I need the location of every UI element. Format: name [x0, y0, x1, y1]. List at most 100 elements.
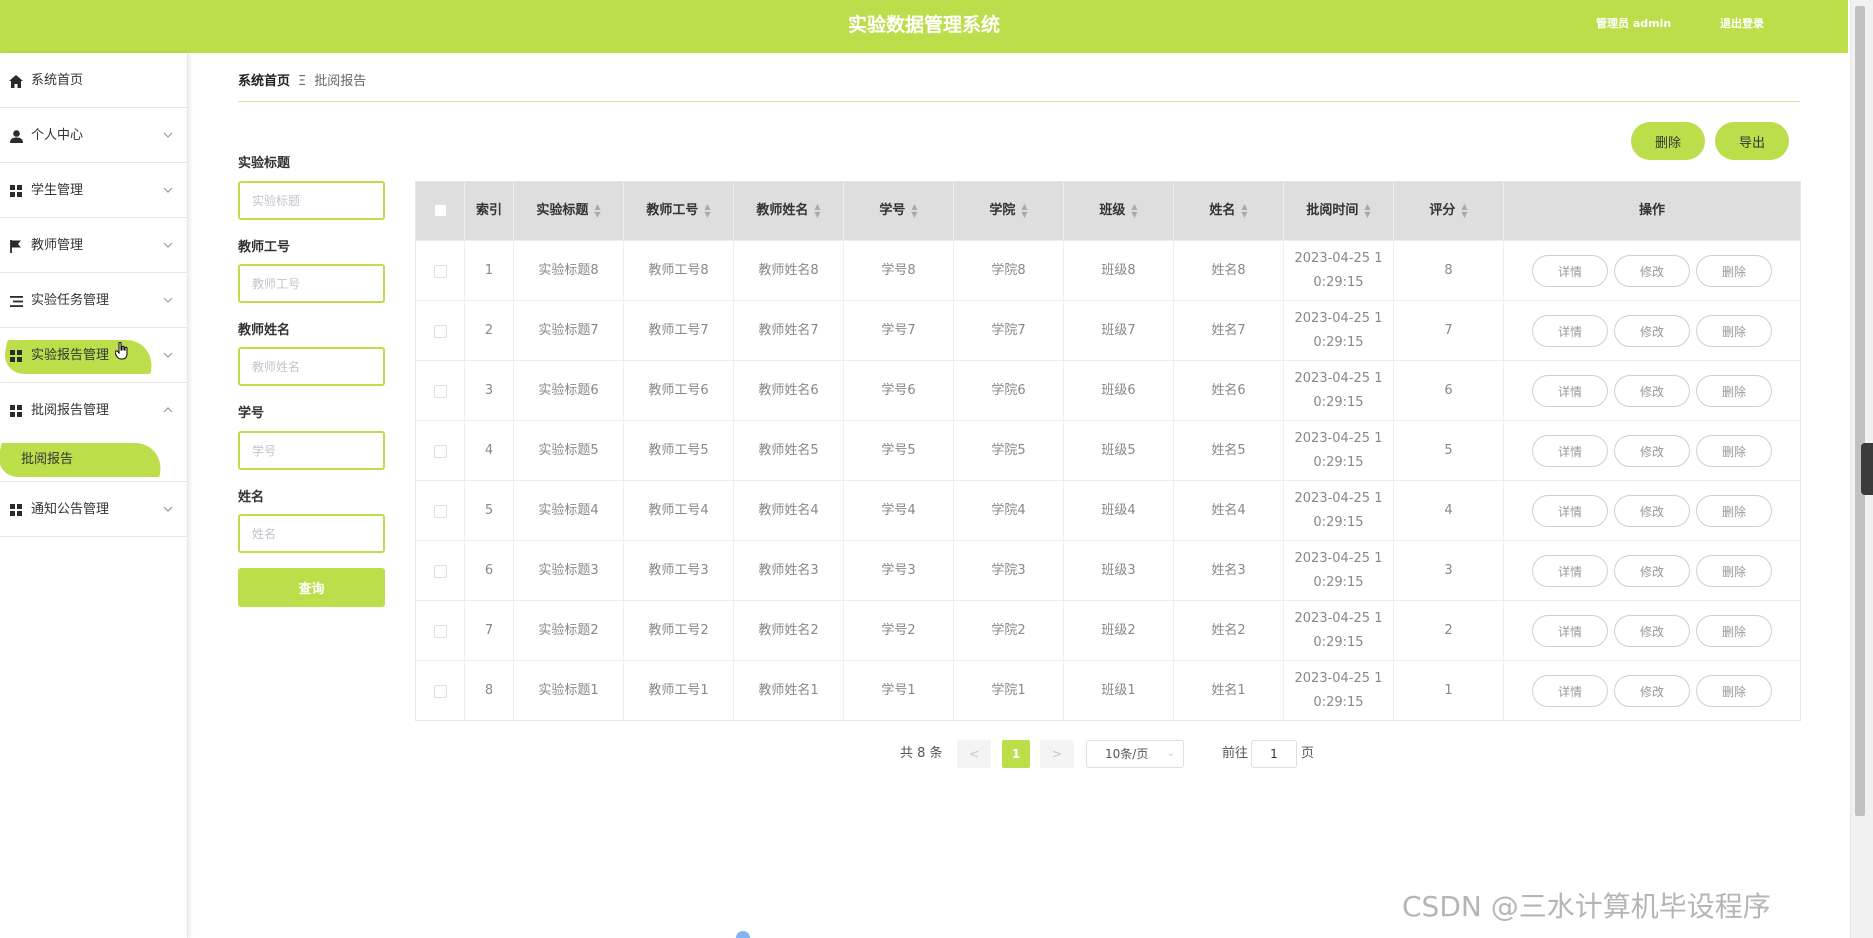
detail-button[interactable]: 详情: [1532, 555, 1608, 587]
review-time-line2: 0:29:15: [1313, 635, 1364, 650]
page-size-select[interactable]: 10条/页 ⌄: [1086, 740, 1184, 768]
cell-title: 实验标题8: [514, 241, 624, 301]
sidebar-item-home[interactable]: 系统首页: [0, 53, 188, 108]
cell-index: 5: [465, 481, 514, 541]
page-number-1[interactable]: 1: [1002, 740, 1030, 768]
sidebar-item-reports[interactable]: 实验报告管理: [0, 328, 188, 383]
name-input[interactable]: [238, 514, 385, 553]
cell-score: 1: [1394, 661, 1504, 721]
sort-icon[interactable]: ▲ ▼: [704, 202, 710, 219]
sidebar-subitem-review-report[interactable]: 批阅报告: [0, 438, 188, 482]
detail-button[interactable]: 详情: [1532, 255, 1608, 287]
row-select-cell: [416, 661, 465, 721]
edit-button[interactable]: 修改: [1614, 315, 1690, 347]
col-college[interactable]: 学院 ▲ ▼: [954, 182, 1064, 240]
col-title[interactable]: 实验标题 ▲ ▼: [514, 182, 624, 240]
detail-button[interactable]: 详情: [1532, 495, 1608, 527]
row-select-cell: [416, 541, 465, 601]
cell-name: 姓名2: [1174, 601, 1284, 661]
breadcrumb-home[interactable]: 系统首页: [238, 74, 290, 89]
title-search-input[interactable]: [238, 181, 385, 220]
cell-student-id: 学号5: [844, 421, 954, 481]
edit-button[interactable]: 修改: [1614, 375, 1690, 407]
detail-button[interactable]: 详情: [1532, 615, 1608, 647]
col-teacher-name[interactable]: 教师姓名 ▲ ▼: [734, 182, 844, 240]
row-checkbox[interactable]: [433, 384, 447, 398]
cell-teacher-id: 教师工号1: [624, 661, 734, 721]
filter-teacher-id-label: 教师工号: [238, 240, 291, 255]
prev-page-button[interactable]: <: [957, 740, 991, 768]
detail-button[interactable]: 详情: [1532, 435, 1608, 467]
edit-button[interactable]: 修改: [1614, 435, 1690, 467]
row-delete-button[interactable]: 删除: [1696, 615, 1772, 647]
edit-button[interactable]: 修改: [1614, 495, 1690, 527]
review-time-line1: 2023-04-25 1: [1294, 251, 1383, 266]
export-button[interactable]: 导出: [1715, 122, 1789, 160]
row-checkbox[interactable]: [433, 264, 447, 278]
cell-teacher-id: 教师工号8: [624, 241, 734, 301]
side-panel-handle[interactable]: [1861, 443, 1873, 495]
row-delete-button[interactable]: 删除: [1696, 555, 1772, 587]
edit-button[interactable]: 修改: [1614, 555, 1690, 587]
detail-button[interactable]: 详情: [1532, 315, 1608, 347]
row-checkbox[interactable]: [433, 444, 447, 458]
cell-college: 学院3: [954, 541, 1064, 601]
detail-button[interactable]: 详情: [1532, 375, 1608, 407]
sidebar-item-students[interactable]: 学生管理: [0, 163, 188, 218]
sort-icon[interactable]: ▲ ▼: [911, 202, 917, 219]
sort-icon[interactable]: ▲ ▼: [1021, 202, 1027, 219]
sidebar-item-teachers[interactable]: 教师管理: [0, 218, 188, 273]
review-time-line1: 2023-04-25 1: [1294, 311, 1383, 326]
edit-button[interactable]: 修改: [1614, 255, 1690, 287]
row-checkbox[interactable]: [433, 324, 447, 338]
teacher-name-input[interactable]: [238, 347, 385, 386]
sort-icon[interactable]: ▲ ▼: [594, 202, 600, 219]
cell-review-time: 2023-04-25 1 0:29:15: [1284, 541, 1394, 601]
select-all-checkbox[interactable]: [433, 204, 447, 217]
sort-icon[interactable]: ▲ ▼: [1241, 202, 1247, 219]
col-student-id[interactable]: 学号 ▲ ▼: [844, 182, 954, 240]
review-time-text: 2023-04-25 1 0:29:15: [1295, 607, 1383, 655]
sort-icon[interactable]: ▲ ▼: [814, 202, 820, 219]
col-score[interactable]: 评分 ▲ ▼: [1394, 182, 1504, 240]
col-name[interactable]: 姓名 ▲ ▼: [1174, 182, 1284, 240]
cell-review-time: 2023-04-25 1 0:29:15: [1284, 661, 1394, 721]
goto-page-input[interactable]: [1251, 740, 1297, 768]
row-checkbox[interactable]: [433, 504, 447, 518]
col-teacher-id[interactable]: 教师工号 ▲ ▼: [624, 182, 734, 240]
row-delete-button[interactable]: 删除: [1696, 315, 1772, 347]
cell-title: 实验标题4: [514, 481, 624, 541]
student-id-input[interactable]: [238, 431, 385, 470]
cell-college: 学院4: [954, 481, 1064, 541]
sidebar-item-personal[interactable]: 个人中心: [0, 108, 188, 163]
edit-button[interactable]: 修改: [1614, 615, 1690, 647]
sidebar-item-review[interactable]: 批阅报告管理: [0, 383, 188, 438]
next-page-button[interactable]: >: [1040, 740, 1074, 768]
logout-link[interactable]: 退出登录: [1720, 0, 1764, 48]
col-class[interactable]: 班级 ▲ ▼: [1064, 182, 1174, 240]
sort-icon[interactable]: ▲ ▼: [1364, 202, 1370, 219]
cell-title: 实验标题7: [514, 301, 624, 361]
review-time-line2: 0:29:15: [1313, 455, 1364, 470]
row-delete-button[interactable]: 删除: [1696, 675, 1772, 707]
batch-delete-button[interactable]: 删除: [1631, 122, 1705, 160]
cell-teacher-name: 教师姓名6: [734, 361, 844, 421]
col-review-time[interactable]: 批阅时间 ▲ ▼: [1284, 182, 1394, 240]
sort-icon[interactable]: ▲ ▼: [1461, 202, 1467, 219]
row-checkbox[interactable]: [433, 564, 447, 578]
sidebar-item-notices[interactable]: 通知公告管理: [0, 482, 188, 537]
row-checkbox[interactable]: [433, 624, 447, 638]
sort-icon[interactable]: ▲ ▼: [1131, 202, 1137, 219]
teacher-id-input[interactable]: [238, 264, 385, 303]
scrollbar-thumb[interactable]: [1855, 6, 1865, 816]
sidebar-item-tasks[interactable]: 实验任务管理: [0, 273, 188, 328]
cell-name: 姓名7: [1174, 301, 1284, 361]
row-delete-button[interactable]: 删除: [1696, 255, 1772, 287]
row-checkbox[interactable]: [433, 684, 447, 698]
detail-button[interactable]: 详情: [1532, 675, 1608, 707]
row-delete-button[interactable]: 删除: [1696, 375, 1772, 407]
edit-button[interactable]: 修改: [1614, 675, 1690, 707]
row-delete-button[interactable]: 删除: [1696, 435, 1772, 467]
query-button[interactable]: 查询: [238, 568, 385, 607]
row-delete-button[interactable]: 删除: [1696, 495, 1772, 527]
